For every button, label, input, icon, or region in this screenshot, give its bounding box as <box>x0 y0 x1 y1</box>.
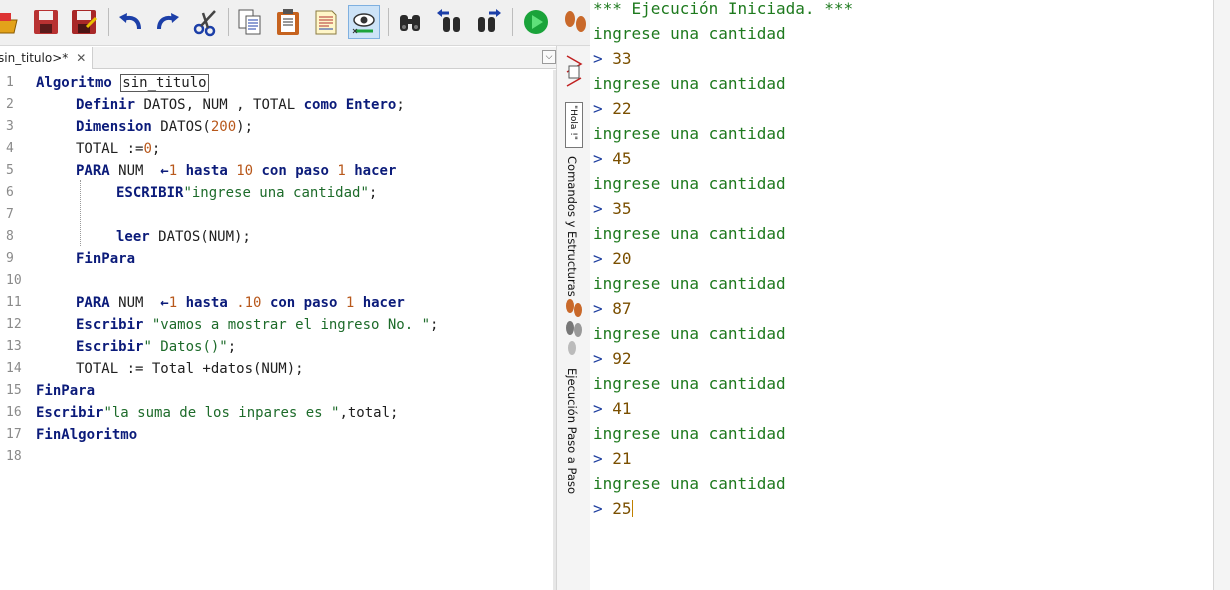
code-line: PARA NUM ←1 hasta .10 con paso 1 hacer <box>76 295 405 311</box>
copy-document-icon[interactable] <box>310 5 342 39</box>
code-line: FinAlgoritmo <box>36 427 138 443</box>
code-line: Dimension DATOS(200); <box>76 119 254 135</box>
algorithm-name: sin_titulo <box>120 74 209 92</box>
line-number: 6 <box>6 185 14 200</box>
chevron-down-icon[interactable]: ⌵ <box>542 50 556 64</box>
console-scrollbar[interactable] <box>1213 0 1230 590</box>
code-line: TOTAL :=0; <box>76 141 161 157</box>
console-input-line: > 35 <box>593 199 632 218</box>
console-output-line: ingrese una cantidad <box>593 374 786 393</box>
code-line: Definir DATOS, NUM , TOTAL como Entero; <box>76 97 405 113</box>
console-input-line: > 21 <box>593 449 632 468</box>
console-output-line: ingrese una cantidad <box>593 24 786 43</box>
pseint-window: sin_titulo>* ✕ ⌵ 1 2 3 4 5 6 7 8 9 10 11… <box>0 0 1230 590</box>
search-icon[interactable] <box>394 5 426 39</box>
copy-icon[interactable] <box>234 5 266 39</box>
console-output-line: ingrese una cantidad <box>593 224 786 243</box>
cut-icon[interactable] <box>190 5 222 39</box>
hola-script-icon[interactable]: "Hola !" <box>565 102 583 148</box>
tab-bar: sin_titulo>* ✕ ⌵ <box>0 47 558 69</box>
search-previous-icon[interactable] <box>434 5 466 39</box>
step-execution-icon[interactable] <box>563 296 585 356</box>
inspect-icon[interactable] <box>348 5 380 39</box>
code-line: ESCRIBIR"ingrese una cantidad"; <box>116 185 378 201</box>
run-icon[interactable] <box>520 5 552 39</box>
console-output-line: ingrese una cantidad <box>593 274 786 293</box>
line-number: 9 <box>6 251 14 266</box>
save-as-icon[interactable] <box>68 5 100 39</box>
commands-panel-label[interactable]: Comandos y Estructuras <box>565 156 579 297</box>
tab-label: sin_titulo>* <box>0 51 69 65</box>
console-output-line: ingrese una cantidad <box>593 324 786 343</box>
console-output-line: ingrese una cantidad <box>593 474 786 493</box>
line-number: 13 <box>6 339 22 354</box>
console-input-line[interactable]: > 25 <box>593 496 633 521</box>
line-number: 3 <box>6 119 14 134</box>
editor-pane: sin_titulo>* ✕ ⌵ 1 2 3 4 5 6 7 8 9 10 11… <box>0 0 590 590</box>
line-number: 12 <box>6 317 22 332</box>
console-input-line: > 33 <box>593 49 632 68</box>
line-number: 17 <box>6 427 22 442</box>
line-number: 18 <box>6 449 22 464</box>
code-line: Escribir "vamos a mostrar el ingreso No.… <box>76 317 439 333</box>
line-number: 15 <box>6 383 22 398</box>
side-panel: "Hola !" Comandos y Estructuras Ejecució… <box>556 46 590 590</box>
code-line: FinPara <box>76 251 136 267</box>
line-number: 11 <box>6 295 22 310</box>
line-number: 1 <box>6 75 14 90</box>
console-input-line: > 20 <box>593 249 632 268</box>
console-output-line: ingrese una cantidad <box>593 74 786 93</box>
code-editor[interactable]: 1 2 3 4 5 6 7 8 9 10 11 12 13 14 15 16 1… <box>0 70 555 590</box>
undo-icon[interactable] <box>114 5 146 39</box>
redo-icon[interactable] <box>152 5 184 39</box>
commands-arrows-icon[interactable] <box>563 52 585 92</box>
line-number: 10 <box>6 273 22 288</box>
line-number: 7 <box>6 207 14 222</box>
step-run-icon[interactable] <box>558 5 590 39</box>
code-line: TOTAL := Total +datos(NUM); <box>76 361 304 377</box>
code-line: PARA NUM ←1 hasta 10 con paso 1 hacer <box>76 163 397 179</box>
code-line: FinPara <box>36 383 96 399</box>
console-input-line: > 87 <box>593 299 632 318</box>
search-next-icon[interactable] <box>472 5 504 39</box>
console-output-line: ingrese una cantidad <box>593 174 786 193</box>
line-number: 14 <box>6 361 22 376</box>
code-line: leer DATOS(NUM); <box>116 229 251 245</box>
text-caret <box>631 500 633 517</box>
tab-sin-titulo[interactable]: sin_titulo>* ✕ <box>0 47 94 69</box>
console-input-line: > 45 <box>593 149 632 168</box>
execution-console[interactable]: *** Ejecución Iniciada. *** ingrese una … <box>591 0 1215 590</box>
step-execution-label[interactable]: Ejecución Paso a Paso <box>565 368 579 494</box>
folder-open-icon[interactable] <box>0 5 20 39</box>
line-number: 4 <box>6 141 14 156</box>
line-number: 16 <box>6 405 22 420</box>
console-output-line: ingrese una cantidad <box>593 124 786 143</box>
line-number: 8 <box>6 229 14 244</box>
console-input-line: > 92 <box>593 349 632 368</box>
indent-guide <box>80 180 81 246</box>
toolbar <box>0 0 590 46</box>
code-line: Escribir"la suma de los inpares es ",tot… <box>36 405 399 421</box>
paste-icon[interactable] <box>272 5 304 39</box>
save-icon[interactable] <box>30 5 62 39</box>
line-number: 5 <box>6 163 14 178</box>
console-header: *** Ejecución Iniciada. *** <box>593 0 854 18</box>
console-input-line: > 22 <box>593 99 632 118</box>
line-number: 2 <box>6 97 14 112</box>
console-output-line: ingrese una cantidad <box>593 424 786 443</box>
code-line: Algoritmo sin_titulo <box>36 74 209 92</box>
close-icon[interactable]: ✕ <box>76 51 86 65</box>
code-line: Escribir" Datos()"; <box>76 339 237 355</box>
console-input-line: > 41 <box>593 399 632 418</box>
